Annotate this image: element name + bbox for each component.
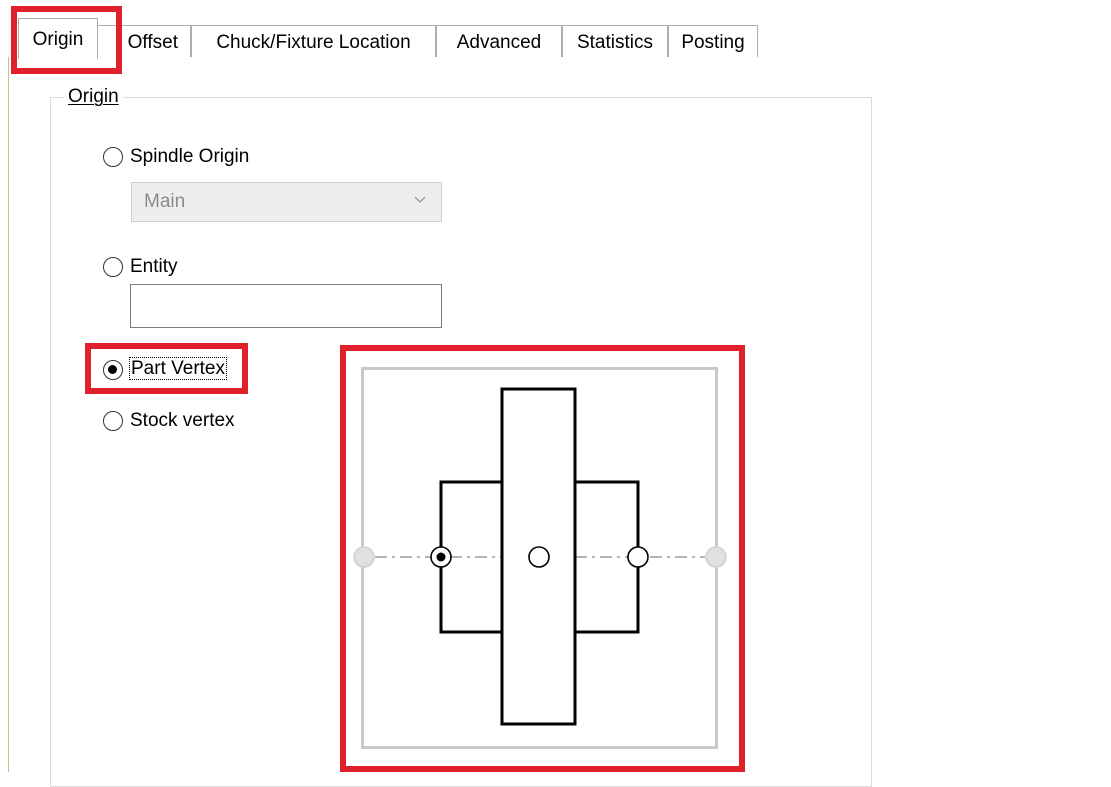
spindle-origin-label[interactable]: Spindle Origin bbox=[130, 145, 249, 169]
entity-label[interactable]: Entity bbox=[130, 255, 178, 279]
tab-advanced[interactable]: Advanced bbox=[436, 25, 562, 58]
stock-vertex-radio[interactable] bbox=[103, 411, 123, 431]
tab-strip: Origin Offset Chuck/Fixture Location Adv… bbox=[0, 0, 1111, 59]
spindle-select-value: Main bbox=[144, 191, 186, 212]
tab-statistics[interactable]: Statistics bbox=[562, 25, 668, 58]
vertex-point-right[interactable] bbox=[627, 546, 649, 568]
vertex-point-center[interactable] bbox=[528, 546, 550, 568]
tab-origin[interactable]: Origin bbox=[18, 18, 98, 59]
radio-selected-dot bbox=[108, 365, 117, 374]
entity-radio[interactable] bbox=[103, 257, 123, 277]
vertex-point-far-left[interactable] bbox=[353, 546, 375, 568]
origin-group-title: Origin bbox=[64, 85, 123, 109]
vertex-point-far-right[interactable] bbox=[705, 546, 727, 568]
chevron-down-icon bbox=[414, 196, 426, 203]
entity-field[interactable] bbox=[130, 284, 442, 328]
part-vertex-radio[interactable] bbox=[103, 360, 123, 380]
tab-posting[interactable]: Posting bbox=[668, 25, 758, 58]
vertex-selected-dot bbox=[436, 552, 446, 562]
tab-chuck-fixture-location[interactable]: Chuck/Fixture Location bbox=[191, 25, 436, 58]
spindle-origin-radio[interactable] bbox=[103, 147, 123, 167]
stock-vertex-label[interactable]: Stock vertex bbox=[130, 409, 235, 433]
vertex-diagram bbox=[353, 387, 727, 726]
spindle-select[interactable]: Main bbox=[131, 182, 442, 222]
tab-offset[interactable]: Offset bbox=[97, 25, 191, 58]
part-vertex-label[interactable]: Part Vertex bbox=[129, 357, 227, 381]
